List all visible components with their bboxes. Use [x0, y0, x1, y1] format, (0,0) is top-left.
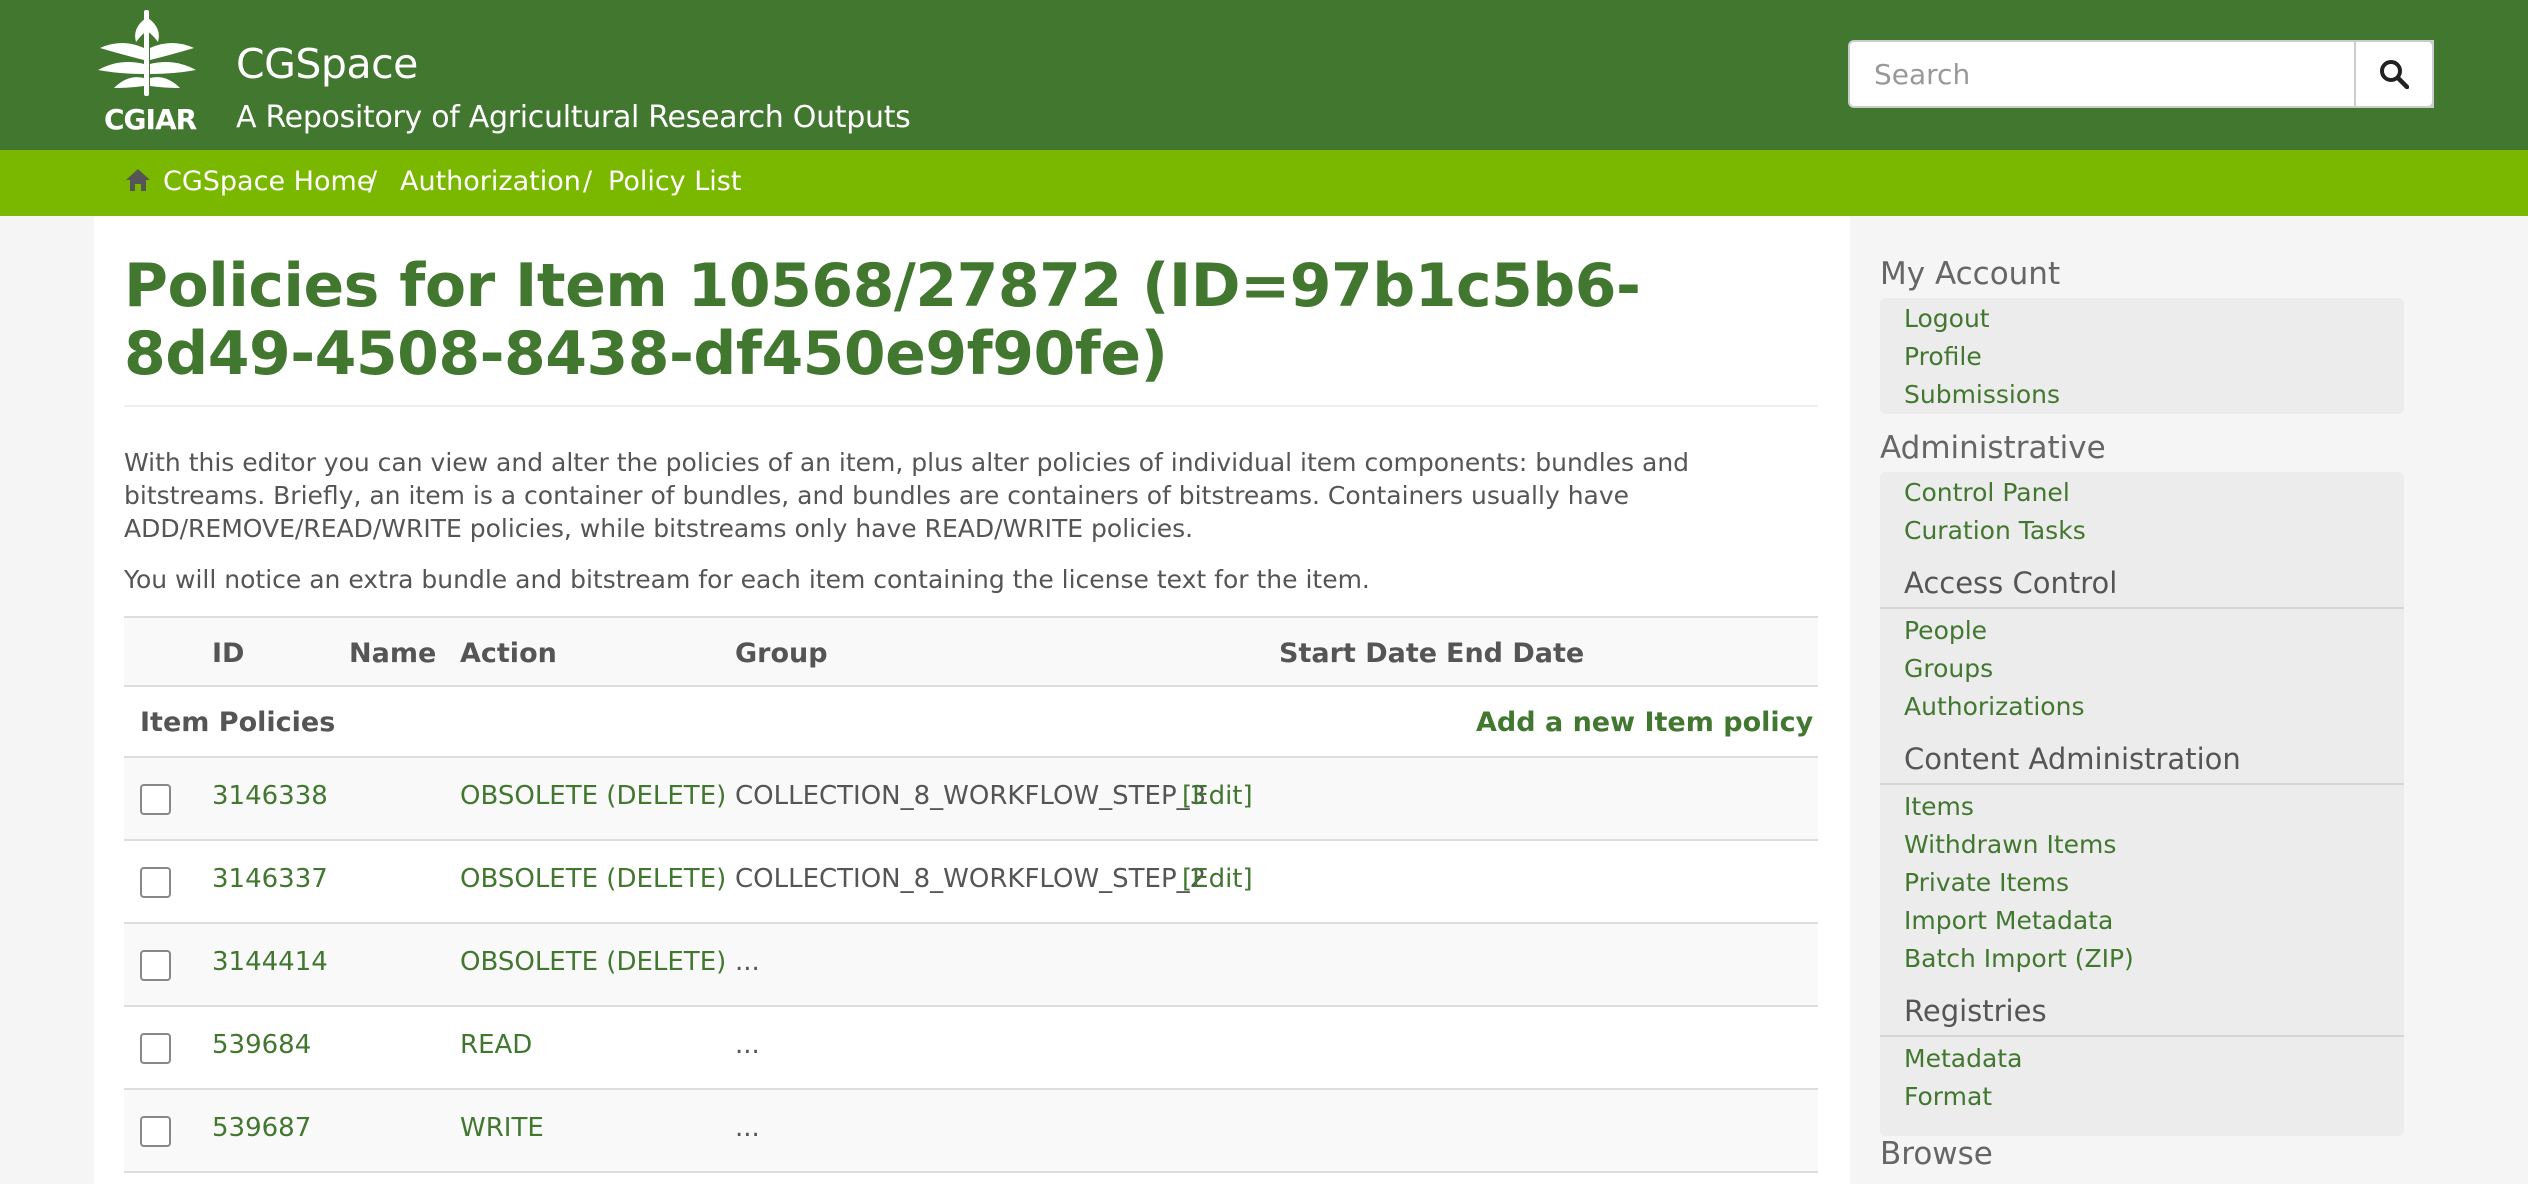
logo-text: CGIAR	[104, 103, 197, 136]
site-header: CGIAR CGSpace A Repository of Agricultur…	[0, 0, 2528, 150]
policy-id-link[interactable]: 539687	[212, 1113, 311, 1143]
row-checkbox[interactable]	[140, 1033, 171, 1064]
group-edit-link[interactable]: [Edit]	[1182, 781, 1253, 811]
breadcrumb-separator: /	[583, 166, 593, 197]
sidebar-item-submissions[interactable]: Submissions	[1904, 380, 2060, 409]
cgiar-logo[interactable]: CGIAR	[92, 8, 202, 136]
sidebar-item-logout[interactable]: Logout	[1904, 304, 1990, 333]
group-edit-link[interactable]: [Edit]	[1182, 864, 1253, 894]
sidebar-divider	[1880, 607, 2404, 609]
table-row: 3144414 OBSOLETE (DELETE) ...	[124, 924, 1818, 1007]
policy-action-link[interactable]: OBSOLETE (DELETE)	[460, 864, 726, 894]
sidebar-subheading-access-control: Access Control	[1904, 566, 2118, 600]
section-label: Item Policies	[140, 707, 336, 738]
policy-action-link[interactable]: READ	[460, 1030, 532, 1060]
table-row: 3146338 OBSOLETE (DELETE) COLLECTION_8_W…	[124, 758, 1818, 841]
policy-action-link[interactable]: WRITE	[460, 1113, 544, 1143]
policy-action-link[interactable]: OBSOLETE (DELETE)	[460, 781, 726, 811]
sidebar-heading-my-account: My Account	[1880, 256, 2061, 292]
row-checkbox[interactable]	[140, 784, 171, 815]
row-checkbox[interactable]	[140, 950, 171, 981]
home-icon[interactable]	[124, 166, 152, 194]
table-row: 539687 WRITE ...	[124, 1090, 1818, 1173]
search-input[interactable]	[1848, 40, 2434, 108]
search-icon	[2380, 60, 2409, 89]
table-row: 3146337 OBSOLETE (DELETE) COLLECTION_8_W…	[124, 841, 1818, 924]
sidebar-item-authorizations[interactable]: Authorizations	[1904, 692, 2084, 721]
sidebar-item-people[interactable]: People	[1904, 616, 1987, 645]
intro-note: You will notice an extra bundle and bits…	[124, 565, 1370, 594]
add-item-policy-link[interactable]: Add a new Item policy	[1476, 707, 1813, 738]
intro-paragraph: With this editor you can view and alter …	[124, 448, 1690, 543]
policy-id-link[interactable]: 3146337	[212, 864, 328, 894]
breadcrumb: CGSpace Home / Authorization / Policy Li…	[0, 150, 2528, 216]
sidebar: My Account Logout Profile Submissions Ad…	[1850, 216, 2434, 1184]
policy-action-link[interactable]: OBSOLETE (DELETE)	[460, 947, 726, 977]
site-subtitle: A Repository of Agricultural Research Ou…	[236, 100, 911, 135]
sidebar-item-profile[interactable]: Profile	[1904, 342, 1982, 371]
site-title[interactable]: CGSpace	[236, 40, 418, 88]
row-checkbox[interactable]	[140, 1116, 171, 1147]
sidebar-item-batch-import[interactable]: Batch Import (ZIP)	[1904, 944, 2134, 973]
sidebar-item-items[interactable]: Items	[1904, 792, 1974, 821]
sidebar-item-groups[interactable]: Groups	[1904, 654, 1993, 683]
item-policies-section: Item Policies Add a new Item policy	[124, 687, 1818, 758]
col-group: Group	[735, 638, 828, 669]
row-checkbox[interactable]	[140, 867, 171, 898]
col-action: Action	[460, 638, 557, 669]
sidebar-item-withdrawn-items[interactable]: Withdrawn Items	[1904, 830, 2116, 859]
policy-id-link[interactable]: 3146338	[212, 781, 328, 811]
sidebar-item-import-metadata[interactable]: Import Metadata	[1904, 906, 2113, 935]
sidebar-subheading-registries: Registries	[1904, 994, 2047, 1028]
sidebar-subheading-content-administration: Content Administration	[1904, 742, 2241, 776]
col-id: ID	[212, 638, 245, 669]
sidebar-item-curation-tasks[interactable]: Curation Tasks	[1904, 516, 2086, 545]
breadcrumb-current: Policy List	[608, 166, 742, 197]
main-content: Policies for Item 10568/27872 (ID=97b1c5…	[94, 216, 1850, 1184]
sidebar-divider	[1880, 1035, 2404, 1037]
wheat-logo-icon	[98, 10, 196, 96]
col-end-date: End Date	[1446, 638, 1585, 669]
breadcrumb-authorization[interactable]: Authorization	[400, 166, 581, 197]
policy-group: ...	[735, 1030, 760, 1060]
policy-id-link[interactable]: 539684	[212, 1030, 311, 1060]
policy-id-link[interactable]: 3144414	[212, 947, 328, 977]
col-name: Name	[349, 638, 437, 669]
col-start-date: Start Date	[1279, 638, 1438, 669]
table-row: 539684 READ ...	[124, 1007, 1818, 1090]
policy-group: ...	[735, 1113, 760, 1143]
sidebar-item-format[interactable]: Format	[1904, 1082, 1992, 1111]
sidebar-divider	[1880, 783, 2404, 785]
policy-group: COLLECTION_8_WORKFLOW_STEP_3	[735, 781, 1207, 811]
page-title: Policies for Item 10568/27872 (ID=97b1c5…	[124, 251, 1641, 389]
breadcrumb-home[interactable]: CGSpace Home	[163, 166, 373, 197]
title-divider	[124, 405, 1818, 407]
search-button[interactable]	[2354, 40, 2434, 108]
sidebar-item-control-panel[interactable]: Control Panel	[1904, 478, 2070, 507]
policy-group: ...	[735, 947, 760, 977]
sidebar-item-metadata[interactable]: Metadata	[1904, 1044, 2022, 1073]
breadcrumb-separator: /	[368, 166, 378, 197]
table-header: ID Name Action Group Start Date End Date	[124, 616, 1818, 687]
sidebar-heading-browse: Browse	[1880, 1136, 1993, 1172]
sidebar-item-private-items[interactable]: Private Items	[1904, 868, 2069, 897]
sidebar-heading-administrative: Administrative	[1880, 430, 2106, 466]
policy-group: COLLECTION_8_WORKFLOW_STEP_2	[735, 864, 1207, 894]
